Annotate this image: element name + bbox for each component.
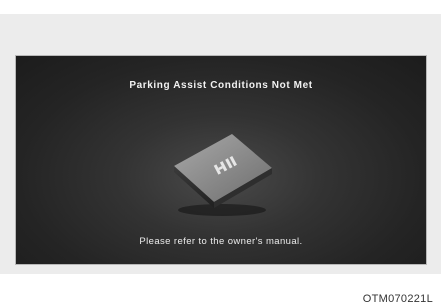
screen-title: Parking Assist Conditions Not Met [129, 80, 313, 91]
screen-message: Please refer to the owner's manual. [139, 236, 303, 247]
smart-key-icon [174, 134, 272, 216]
cluster-display: Parking Assist Conditions Not Met Please… [15, 55, 427, 265]
figure-caption: OTM070221L [362, 293, 433, 305]
